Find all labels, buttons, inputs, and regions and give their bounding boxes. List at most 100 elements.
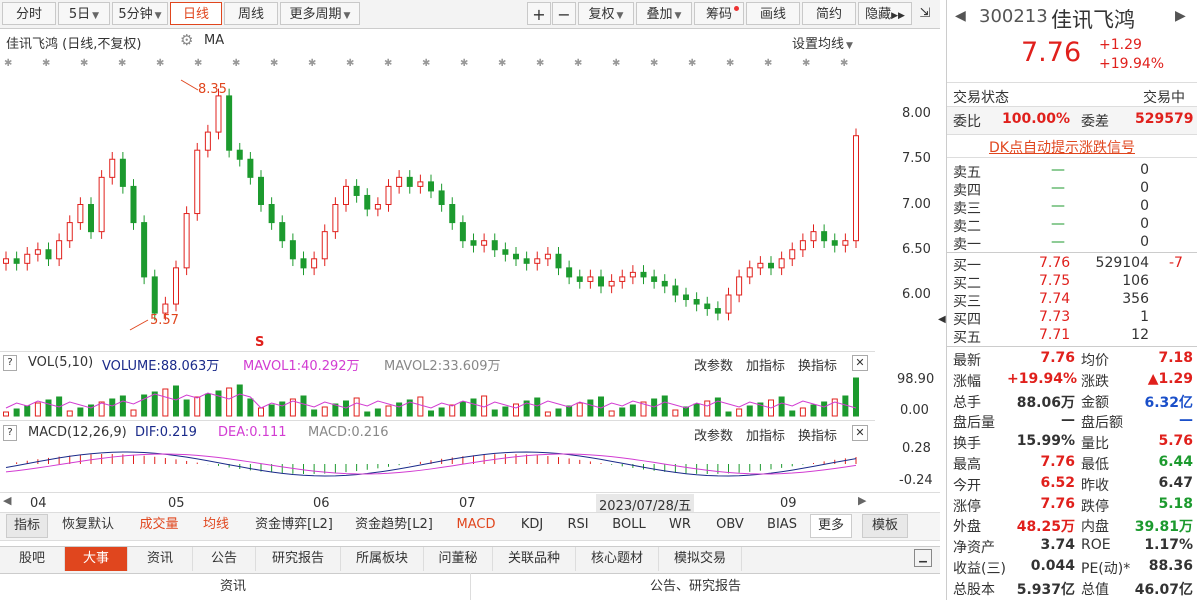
candle-body	[428, 181, 434, 192]
double-chevron-right-icon: ▶▶	[891, 11, 905, 21]
tab-volume[interactable]: 成交量	[132, 514, 186, 536]
scroll-left-icon[interactable]: ◀	[3, 494, 11, 507]
tab-capital-trend[interactable]: 资金趋势[L2]	[348, 514, 440, 536]
zoom-in-button[interactable]: +	[527, 2, 551, 25]
volume-bar	[268, 404, 275, 417]
tab-announcements[interactable]: 公告	[193, 547, 256, 571]
tab-events[interactable]: 大事	[65, 547, 128, 571]
button-label: +	[532, 5, 546, 24]
minimize-icon[interactable]: ▁	[914, 549, 932, 567]
y-tick: 7.00	[902, 197, 931, 212]
candle-body	[88, 204, 94, 233]
stat-label: 跌停	[1081, 498, 1109, 515]
tab-5min[interactable]: 5分钟 ▼	[112, 2, 168, 25]
tab-more-periods[interactable]: 更多周期 ▼	[280, 2, 360, 25]
x-month-label: 09	[780, 496, 797, 511]
event-marker: ✱	[460, 58, 468, 69]
tab-research[interactable]: 研究报告	[256, 547, 341, 571]
tab-restore-default[interactable]: 恢复默认	[56, 514, 120, 536]
volume-bar	[778, 396, 785, 417]
volume-bar	[258, 407, 264, 417]
volume-bar	[672, 409, 679, 417]
hide-button[interactable]: 隐藏▶▶	[858, 2, 912, 25]
tab-5day[interactable]: 5日 ▼	[58, 2, 110, 25]
close-icon[interactable]: ✕	[852, 425, 868, 441]
candle-body	[289, 240, 296, 260]
event-marker: ✱	[232, 58, 240, 69]
tab-forum[interactable]: 股吧	[0, 547, 65, 571]
tab-label: 周线	[237, 7, 264, 22]
chips-button[interactable]: 筹码	[694, 2, 744, 25]
tab-news[interactable]: 资讯	[128, 547, 193, 571]
tab-boll[interactable]: BOLL	[606, 514, 652, 536]
orderbook-volume: 106	[1122, 273, 1149, 289]
volume-bar	[534, 397, 541, 417]
restore-rights-dropdown[interactable]: 复权 ▼	[578, 2, 634, 25]
orderbook-price: 7.76	[1039, 255, 1071, 271]
tab-capital-game[interactable]: 资金博弈[L2]	[248, 514, 340, 536]
tab-weekly[interactable]: 周线	[224, 2, 278, 25]
candle-body	[534, 258, 541, 264]
tab-sim-trading[interactable]: 模拟交易	[659, 547, 742, 571]
stat-label: 涨停	[953, 498, 981, 515]
stat-value: 88.06万	[1016, 394, 1075, 411]
gear-icon[interactable]: ⚙	[180, 31, 193, 49]
event-marker: ✱	[4, 58, 12, 69]
zoom-out-button[interactable]: −	[552, 2, 576, 25]
tab-indicator[interactable]: 指标	[6, 514, 48, 538]
candle-body	[693, 299, 700, 305]
orderbook-label: 买一	[953, 258, 981, 274]
tab-obv[interactable]: OBV	[708, 514, 752, 536]
kline-chart[interactable]: ✱ ✱ ✱ ✱ ✱ ✱ ✱ ✱ ✱ ✱ ✱ ✱ ✱ ✱ ✱ ✱ ✱ ✱ ✱ ✱ ✱ ✱ ✱ S	[0, 50, 940, 350]
candle-body	[704, 303, 711, 310]
tab-bias[interactable]: BIAS	[760, 514, 804, 536]
stat-label: 涨幅	[953, 373, 981, 390]
tab-wr[interactable]: WR	[662, 514, 698, 536]
draw-line-button[interactable]: 画线	[746, 2, 800, 25]
orderbook-volume: 0	[1140, 216, 1149, 232]
expand-panel-icon[interactable]: ?	[3, 355, 17, 371]
volume-bar	[279, 401, 286, 417]
candle-body	[247, 158, 254, 178]
orderbook-label: 卖二	[953, 219, 981, 235]
tab-more[interactable]: 更多	[810, 514, 852, 538]
tab-label: 5日	[68, 7, 91, 22]
tab-macd[interactable]: MACD	[450, 514, 502, 536]
stat-label: 量比	[1081, 436, 1109, 453]
orderbook-price: —	[1051, 180, 1065, 196]
close-icon[interactable]: ✕	[852, 355, 868, 371]
collapse-panel-icon[interactable]: ◀	[938, 300, 946, 340]
tab-intraday[interactable]: 分时	[2, 2, 56, 25]
tab-sector[interactable]: 所属板块	[341, 547, 424, 571]
stat-value: 3.74	[1040, 537, 1075, 554]
next-stock-icon[interactable]: ▶	[1175, 8, 1186, 24]
tab-kdj[interactable]: KDJ	[512, 514, 552, 536]
scroll-right-icon[interactable]: ▶	[858, 494, 866, 507]
dk-signal-link[interactable]: DK点自动提示涨跌信号	[989, 137, 1135, 157]
volume-bar	[109, 398, 116, 417]
volume-bar	[853, 377, 859, 417]
candle-body	[481, 240, 488, 246]
volume-bar	[799, 407, 806, 417]
simple-button[interactable]: 简约	[802, 2, 856, 25]
overlay-dropdown[interactable]: 叠加 ▼	[636, 2, 692, 25]
vol-y-tick: 98.90	[897, 372, 935, 387]
candle-body	[183, 213, 190, 269]
tab-ask-secretary[interactable]: 问董秘	[424, 547, 493, 571]
orderbook-volume: 1	[1140, 309, 1149, 325]
volume-bar	[661, 395, 668, 417]
volume-bar	[151, 391, 158, 417]
tab-template[interactable]: 模板	[862, 514, 908, 538]
orderbook-label: 买五	[953, 330, 981, 346]
event-marker: ✱	[840, 58, 848, 69]
tab-related[interactable]: 关联品种	[493, 547, 576, 571]
tab-rsi[interactable]: RSI	[560, 514, 596, 536]
tab-ma[interactable]: 均线	[196, 514, 236, 536]
tab-daily[interactable]: 日线	[170, 2, 222, 25]
expand-icon[interactable]: ⇲	[914, 2, 936, 25]
tab-core-topics[interactable]: 核心题材	[576, 547, 659, 571]
prev-stock-icon[interactable]: ◀	[955, 8, 966, 24]
candle-body	[768, 262, 774, 269]
stat-value: 15.99%	[1016, 433, 1075, 450]
expand-panel-icon[interactable]: ?	[3, 425, 17, 441]
